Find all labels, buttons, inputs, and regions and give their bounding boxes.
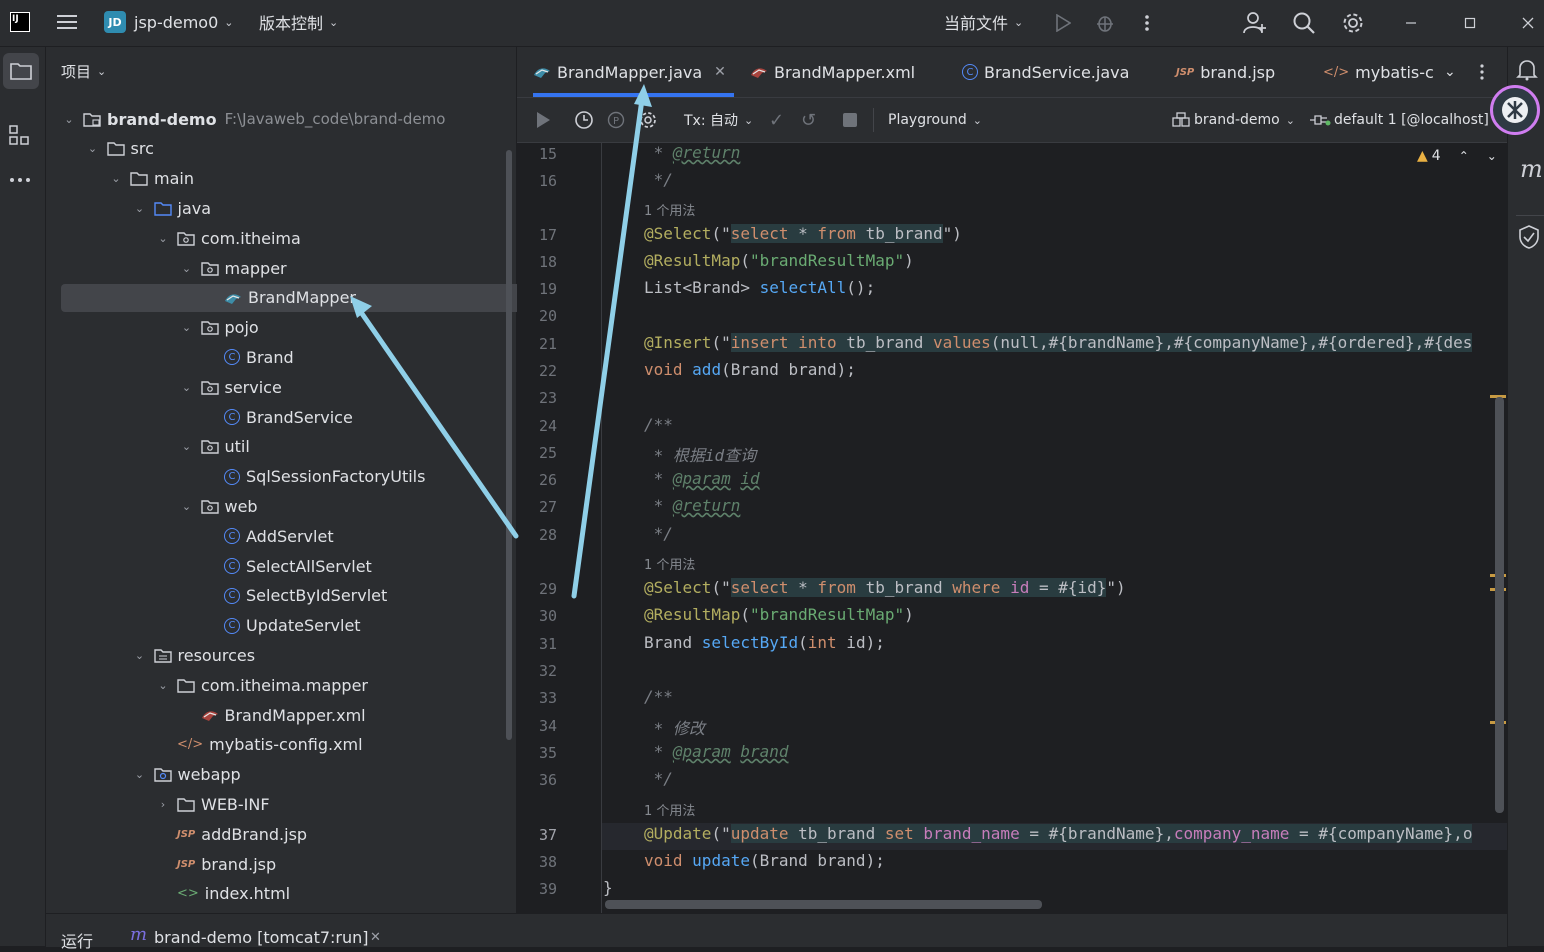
annotation-arrow-to-tab bbox=[571, 89, 646, 599]
annotation-arrow-to-tree bbox=[353, 302, 519, 539]
annotation-arrows bbox=[350, 84, 652, 599]
arrowhead-tree bbox=[350, 296, 372, 318]
arrowhead-tab bbox=[634, 84, 652, 107]
